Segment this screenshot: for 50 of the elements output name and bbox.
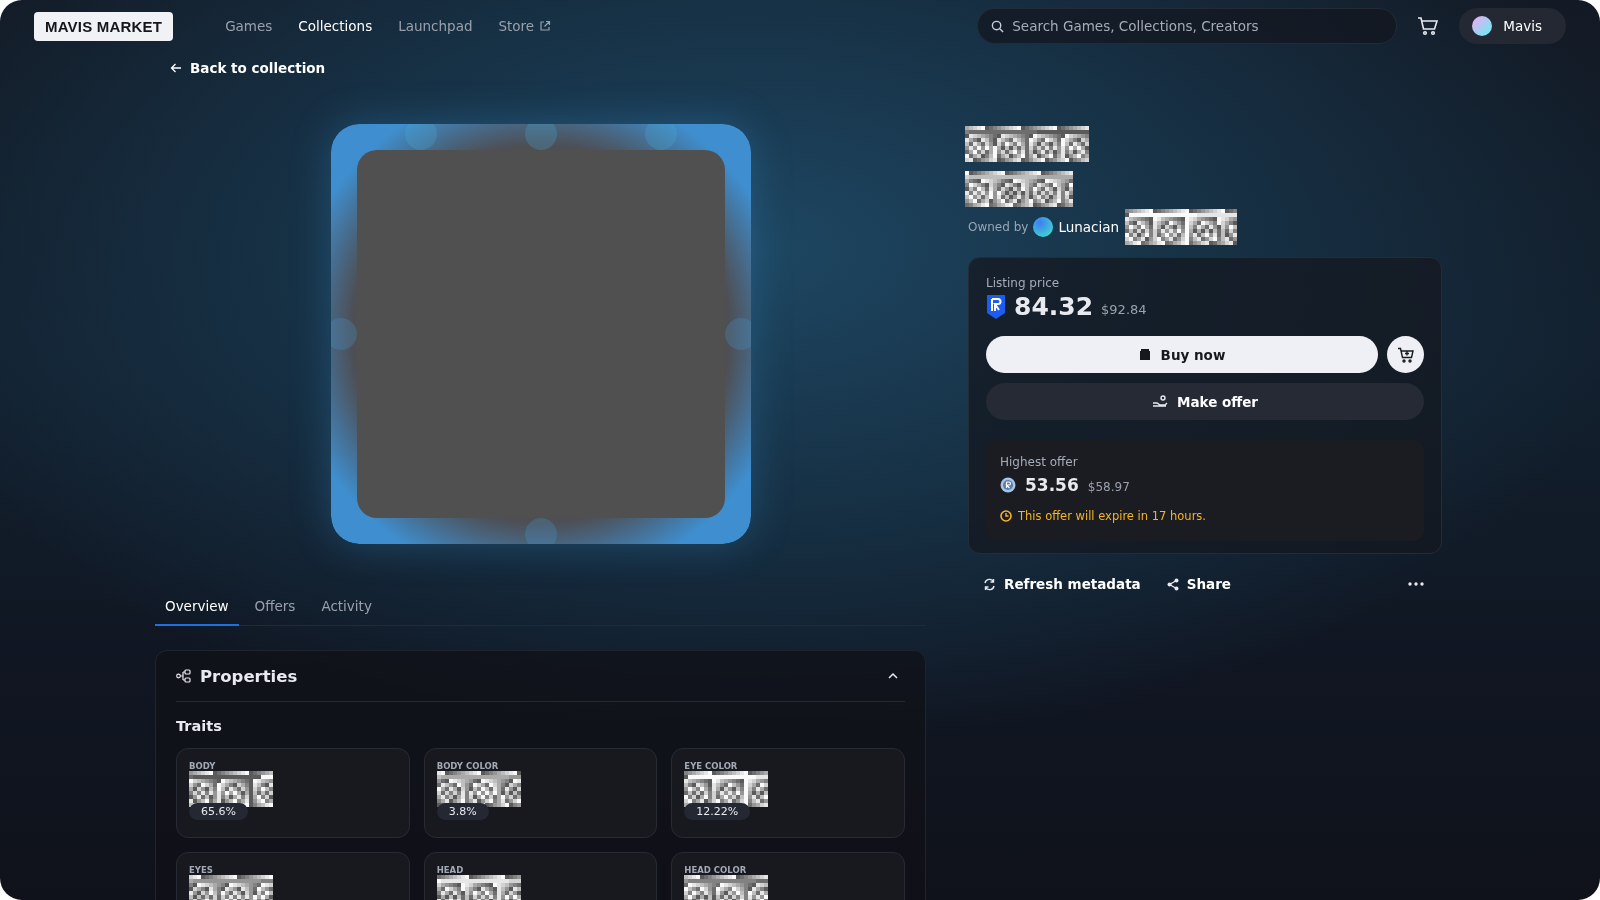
wallet-icon [1138,349,1152,360]
share-icon [1166,577,1179,591]
nav-link[interactable]: Launchpad [398,18,473,34]
tab[interactable]: Offers [244,588,306,626]
add-to-cart-button[interactable] [1387,336,1424,373]
back-link[interactable]: Back to collection [170,60,326,76]
trait-name: EYE COLOR [684,762,738,771]
chevron-icon[interactable] [887,672,899,680]
refresh-button[interactable]: Refresh metadata [983,576,1141,592]
rarity-badge: 12.22% [684,803,751,820]
nav-link[interactable]: Games [225,18,273,34]
tab[interactable]: Overview [155,588,239,626]
trait-name: HEAD [436,866,464,875]
share-button[interactable]: Share [1166,576,1231,592]
listing-label: Listing price [986,276,1061,290]
hand-coin-icon [1151,395,1168,408]
cart-icon[interactable] [1417,16,1440,36]
rarity-badge: 3.8% [436,803,489,820]
refresh-icon [983,577,996,591]
cart-plus-icon [1396,346,1415,363]
expiry-note: This offer will expire in 17 hours. [1018,509,1206,523]
avatar-icon [1033,217,1054,237]
hierarchy-icon [176,669,192,683]
account-button[interactable]: Mavis [1459,8,1566,44]
search-field[interactable]: Search Games, Collections, Creators [977,8,1398,44]
nav-link[interactable]: Store [498,18,552,34]
usd-price: $92.84 [1101,302,1147,317]
arrow-left-icon [170,62,182,74]
usd-price: $58.97 [1087,479,1130,494]
tab[interactable]: Activity [311,588,382,626]
traits-heading: Traits [176,718,223,734]
trait-name: EYES [189,866,213,875]
highest-offer-label: Highest offer [1000,455,1079,469]
listing-price: 84.32 [1014,292,1094,321]
make-offer-button[interactable]: Make offer [986,383,1424,420]
rarity-badge: 65.6% [189,803,248,820]
token-coin-icon [1000,477,1016,493]
trait-name: HEAD COLOR [684,866,747,875]
buy-now-button[interactable]: Buy now [986,336,1378,373]
more-icon[interactable] [1408,582,1424,586]
section-title: Properties [200,666,298,686]
offer-price: 53.56 [1025,475,1079,495]
nav-link[interactable]: Collections [298,18,373,34]
trait-name: BODY COLOR [436,762,499,771]
trait-name: BODY [189,762,216,771]
ron-token-icon [986,293,1006,320]
clock-icon [1000,510,1012,522]
brand-logo[interactable]: MAVIS MARKET [34,11,174,41]
owner-link[interactable]: Lunacian [1058,219,1120,235]
owner-label: Owned by [968,220,1029,234]
